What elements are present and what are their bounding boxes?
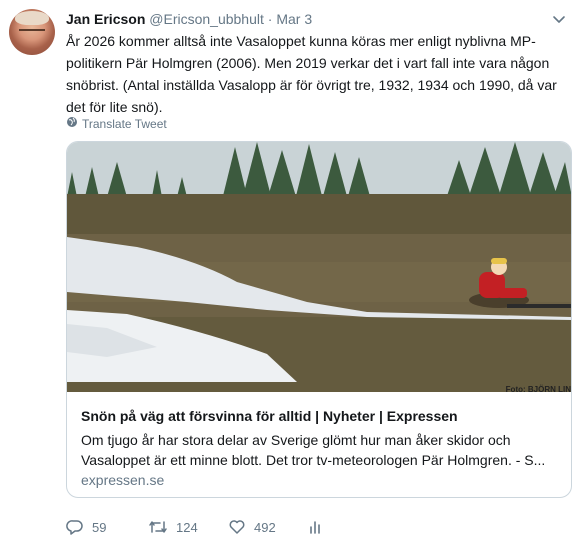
retweet-count: 124 — [176, 519, 198, 535]
analytics-button[interactable] — [308, 518, 322, 536]
reply-icon — [66, 518, 84, 536]
link-card[interactable]: Foto: BJÖRN LIN Snön på väg att försvinn… — [66, 141, 572, 498]
chevron-down-icon[interactable] — [550, 10, 568, 28]
card-title[interactable]: Snön på väg att försvinna för alltid | N… — [81, 408, 458, 424]
like-button[interactable]: 492 — [228, 518, 276, 536]
photo-credit: Foto: BJÖRN LIN — [505, 385, 571, 394]
screen-name[interactable]: @Ericson_ubbhult — [149, 11, 264, 27]
globe-icon — [66, 116, 78, 131]
card-image[interactable] — [67, 142, 571, 392]
avatar[interactable] — [9, 9, 55, 55]
reply-button[interactable]: 59 — [66, 518, 106, 536]
reply-count: 59 — [92, 519, 107, 535]
separator: · — [267, 11, 273, 27]
like-count: 492 — [254, 519, 276, 535]
translate-label: Translate Tweet — [82, 116, 167, 131]
translate-tweet-link[interactable]: Translate Tweet — [66, 116, 167, 131]
heart-icon — [228, 518, 246, 536]
avatar-glasses — [19, 29, 45, 35]
display-name[interactable]: Jan Ericson — [66, 11, 145, 27]
card-domain: expressen.se — [81, 472, 165, 488]
tweet-header: Jan Ericson @Ericson_ubbhult · Mar 3 — [66, 10, 312, 28]
retweet-icon — [148, 518, 168, 536]
tweet-text: År 2026 kommer alltså inte Vasaloppet ku… — [66, 33, 557, 115]
avatar-hair — [15, 11, 49, 25]
card-description: Om tjugo år har stora delar av Sverige g… — [81, 432, 546, 468]
retweet-button[interactable]: 124 — [148, 518, 198, 536]
tweet-time[interactable]: Mar 3 — [276, 11, 312, 27]
analytics-icon — [308, 518, 322, 536]
